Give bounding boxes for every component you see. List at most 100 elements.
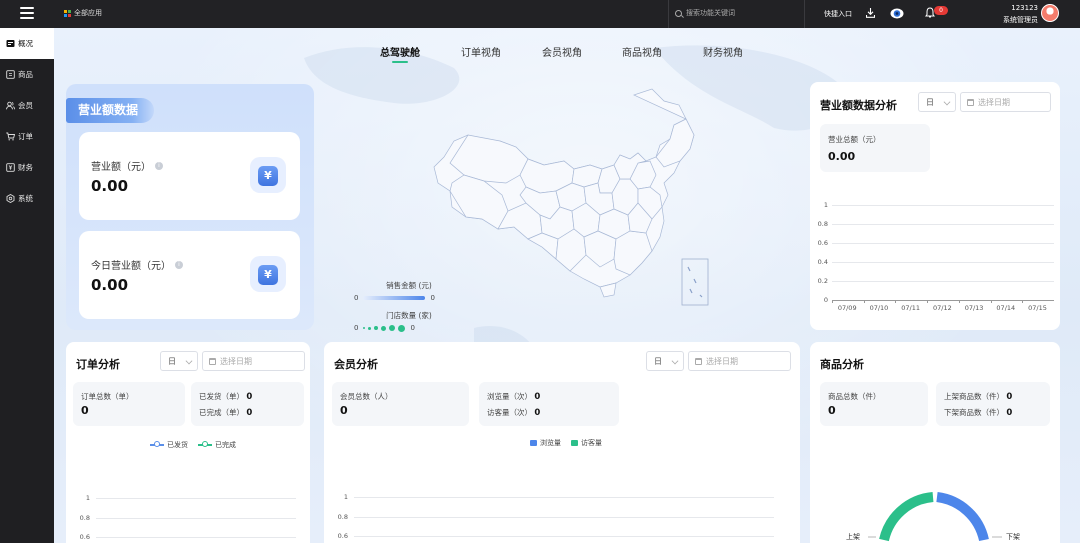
legend-label: 已完成	[215, 441, 236, 449]
legend-swatch	[571, 440, 578, 446]
legend-item-completed[interactable]: 已完成	[198, 440, 236, 450]
legend-item-visitors[interactable]: 访客量	[571, 438, 602, 448]
product-analysis-card: 商品分析 商品总数（件） 0 上架商品数（件） 0 下架商品数（件） 0 上架 …	[810, 342, 1060, 543]
map-legend: 销售金额 (元) 0 0 门店数量 (家) 0 0	[354, 280, 464, 332]
x-tick-label: 07/10	[869, 304, 889, 312]
order-analysis-title: 订单分析	[76, 358, 120, 371]
top-divider	[804, 0, 805, 28]
search-placeholder: 搜索功能关键词	[686, 9, 735, 17]
user-id: 123123	[1011, 4, 1038, 12]
sidebar-item-finance[interactable]: 财务	[0, 152, 54, 183]
currency-symbol: ¥	[258, 166, 278, 186]
donut-label-on-shelf: 上架	[846, 533, 860, 541]
revenue-period-select[interactable]: 日	[918, 92, 956, 112]
stores-legend-row: 0 0	[354, 324, 464, 332]
product-total-label: 商品总数（件）	[828, 392, 881, 401]
sidebar-item-product[interactable]: 商品	[0, 59, 54, 90]
x-tick	[895, 300, 897, 303]
tab-finance-view[interactable]: 财务视角	[703, 44, 743, 59]
donut-segment-on-shelf[interactable]	[879, 492, 934, 542]
tab-product-view[interactable]: 商品视角	[622, 44, 662, 59]
product-analysis-title: 商品分析	[820, 358, 864, 371]
sales-legend-title: 销售金额 (元)	[386, 281, 432, 290]
total-revenue-card: 营业额（元） i 0.00 ¥	[79, 132, 300, 220]
date-placeholder: 选择日期	[706, 356, 738, 366]
order-date-input[interactable]: 选择日期	[202, 351, 305, 371]
product-shelf-stat: 上架商品数（件） 0 下架商品数（件） 0	[936, 382, 1050, 426]
tab-order-view[interactable]: 订单视角	[461, 44, 501, 59]
eye-icon[interactable]	[890, 8, 904, 19]
download-icon[interactable]	[866, 8, 875, 18]
completed-row: 已完成（单） 0	[199, 407, 252, 418]
donut-label-off-shelf: 下架	[1006, 533, 1020, 541]
grid-line	[96, 498, 296, 499]
legend-item-shipped[interactable]: 已发货	[150, 440, 188, 450]
x-tick	[832, 300, 833, 303]
visitors-label: 访客量（次）	[487, 408, 532, 417]
grid-line	[832, 243, 1054, 244]
member-icon	[6, 101, 15, 110]
y-tick-label: 0.8	[817, 220, 828, 228]
on-shelf-value: 0	[1006, 392, 1013, 402]
legend-label: 已发货	[167, 441, 188, 449]
search-input[interactable]: 搜索功能关键词	[675, 8, 735, 18]
x-tick	[990, 300, 992, 303]
tab-cockpit[interactable]: 总驾驶舱	[380, 44, 420, 63]
legend-label: 访客量	[581, 439, 602, 447]
x-tick	[958, 300, 960, 303]
top-divider	[668, 0, 669, 28]
stores-legend-title: 门店数量 (家)	[386, 311, 432, 320]
member-date-input[interactable]: 选择日期	[688, 351, 791, 371]
revenue-analysis-card: 营业额数据分析 日 选择日期 营业总额（元） 0.00 1 0.8 0.6 0.4 0.…	[810, 82, 1060, 330]
grid-line	[832, 262, 1054, 263]
revenue-panel: 营业额数据 营业额（元） i 0.00 ¥ 今日营业额（元） i 0.00 ¥	[66, 84, 314, 330]
sidebar-item-member[interactable]: 会员	[0, 90, 54, 121]
settings-icon	[6, 194, 15, 203]
sidebar-item-label: 概况	[18, 39, 33, 48]
order-status-stat: 已发货（单） 0 已完成（单） 0	[191, 382, 304, 426]
avatar[interactable]	[1041, 4, 1059, 22]
revenue-total-stat: 营业总额（元） 0.00	[820, 124, 930, 172]
revenue-date-input[interactable]: 选择日期	[960, 92, 1051, 112]
finance-icon	[6, 163, 15, 172]
member-total-label: 会员总数（人）	[340, 392, 393, 401]
grid-line	[96, 537, 296, 539]
member-period-select[interactable]: 日	[646, 351, 684, 371]
off-shelf-row: 下架商品数（件） 0	[944, 407, 1012, 418]
china-map[interactable]	[424, 83, 714, 318]
cart-icon	[6, 132, 15, 141]
view-tabs: 总驾驶舱 订单视角 会员视角 商品视角 财务视角	[54, 44, 1080, 68]
apps-grid-icon	[64, 9, 71, 17]
order-period-select[interactable]: 日	[160, 351, 198, 371]
on-shelf-label: 上架商品数（件）	[944, 392, 1004, 401]
info-icon[interactable]: i	[155, 161, 163, 170]
member-analysis-title: 会员分析	[334, 358, 378, 371]
tab-member-view[interactable]: 会员视角	[542, 44, 582, 59]
sidebar-item-overview[interactable]: 概况	[0, 28, 54, 59]
menu-toggle-icon[interactable]	[20, 7, 34, 19]
quick-entry-button[interactable]: 快捷入口	[824, 9, 852, 19]
sidebar-item-order[interactable]: 订单	[0, 121, 54, 152]
sidebar-item-system[interactable]: 系统	[0, 183, 54, 214]
info-icon[interactable]: i	[175, 260, 183, 269]
member-total-value: 0	[340, 404, 348, 417]
views-label: 浏览量（次）	[487, 392, 532, 401]
on-shelf-row: 上架商品数（件） 0	[944, 391, 1012, 402]
calendar-icon	[209, 357, 216, 365]
legend-item-views[interactable]: 浏览量	[530, 438, 561, 448]
date-placeholder: 选择日期	[220, 356, 252, 366]
total-revenue-label-row: 营业额（元） i	[91, 158, 163, 173]
donut-segment-off-shelf[interactable]	[936, 492, 989, 542]
sidebar: 概况 商品 会员 订单 财务 系统	[0, 28, 54, 543]
stores-legend-max: 0	[410, 324, 415, 332]
all-apps-button[interactable]: 全部应用	[64, 8, 102, 18]
legend-line-marker	[198, 441, 212, 447]
product-icon	[6, 70, 15, 79]
total-revenue-label: 营业额（元）	[91, 162, 151, 173]
sidebar-item-label: 系统	[18, 194, 33, 203]
today-revenue-value: 0.00	[91, 276, 129, 294]
currency-symbol: ¥	[258, 265, 278, 285]
y-tick-label: 0.2	[817, 277, 828, 285]
period-value: 日	[168, 356, 176, 366]
sales-legend-max: 0	[430, 294, 435, 302]
